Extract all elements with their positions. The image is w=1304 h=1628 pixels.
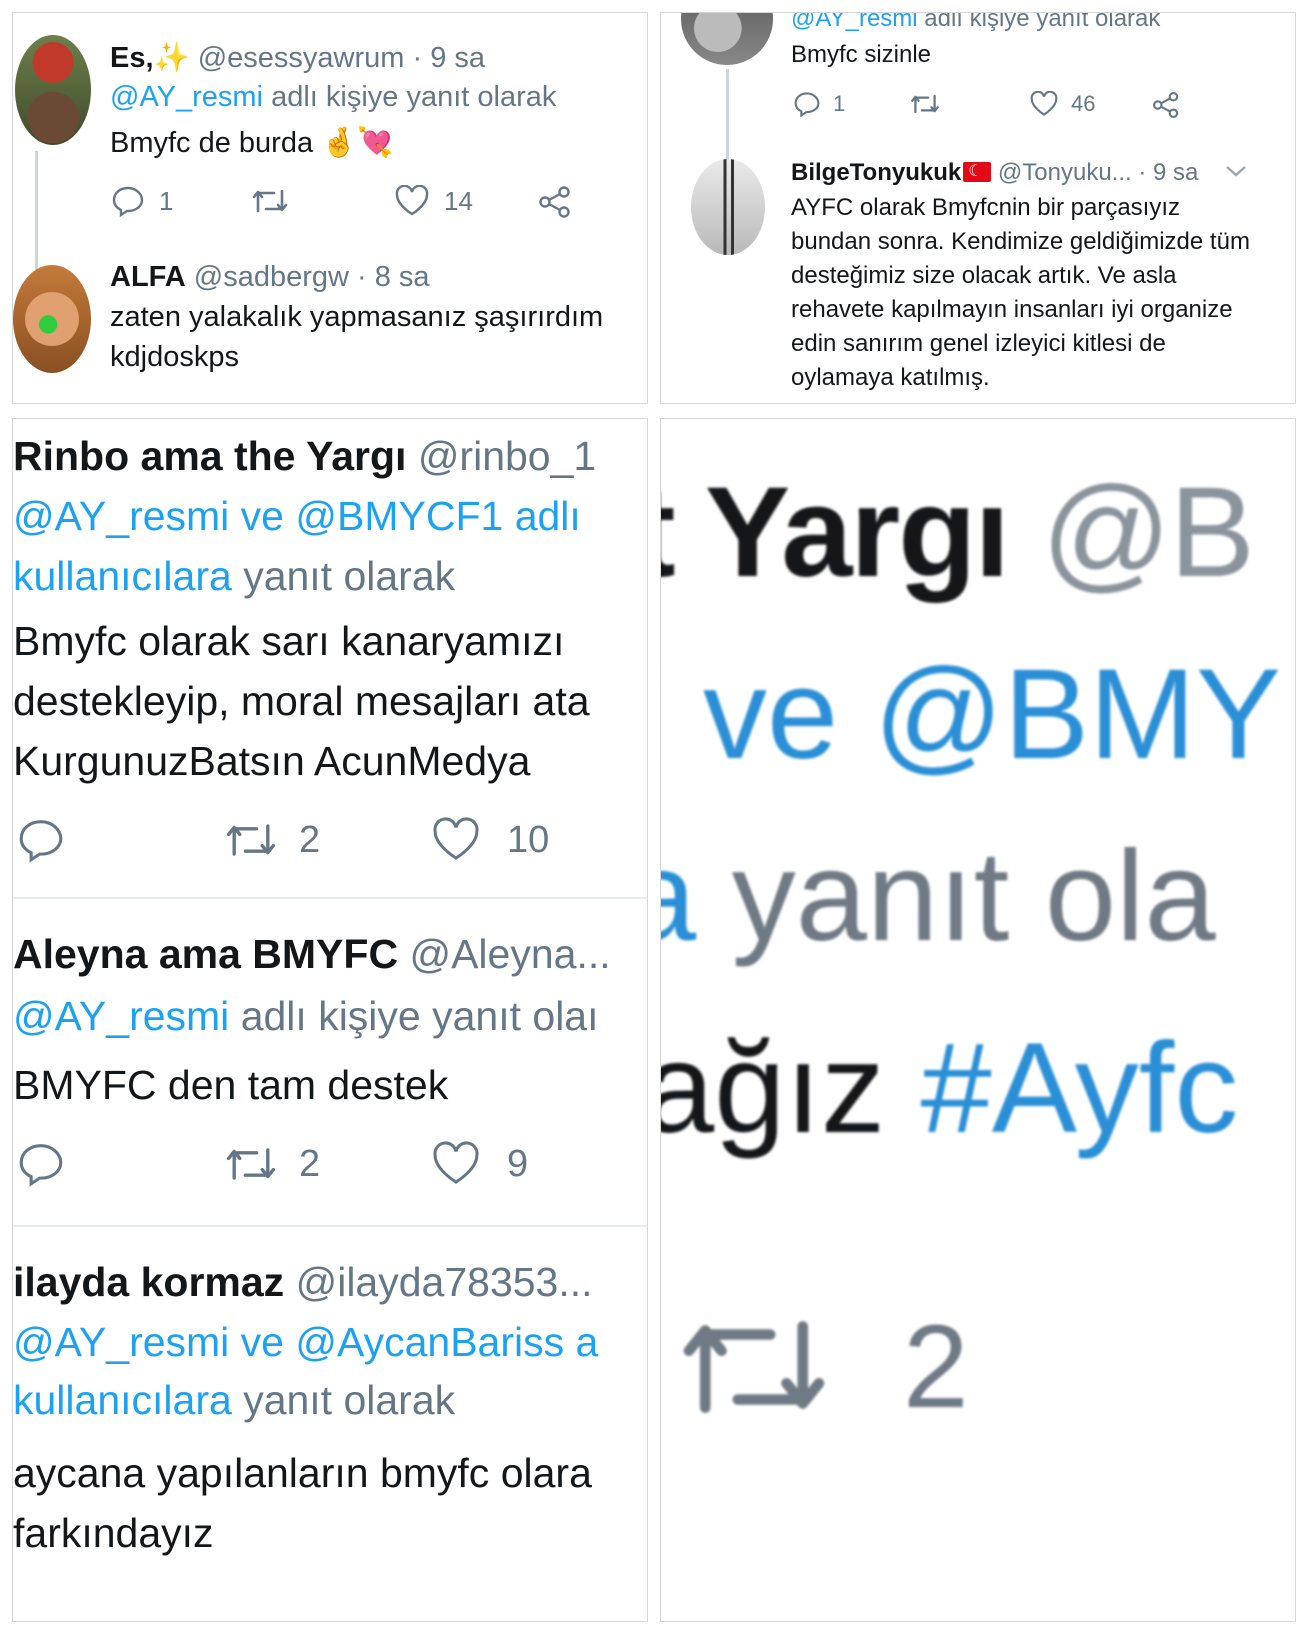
user-handle[interactable]: @Aleyna... [409,931,610,977]
heart-icon [394,185,430,217]
retweet-icon [909,91,941,117]
retweet-icon [223,817,279,863]
heart-icon [431,817,481,863]
avatar[interactable] [681,13,773,65]
zoomed-retweet-count: 2 [903,1301,969,1433]
turkey-flag-icon [963,162,992,182]
tweet-text: aycana yapılanların bmyfc olara [13,1450,592,1496]
reply-context: adlı kişiye yanıt olarak [924,12,1161,32]
share-icon [537,185,573,219]
zoomed-user-handle: @B [1041,461,1255,604]
user-handle[interactable]: @esessyawrum [198,42,405,74]
tweet-text: kdjdoskps [110,341,239,373]
tweet-text: Bmyfc olarak sarı kanaryamızı [13,618,565,664]
reply-count: 1 [159,185,174,216]
tweet-text: zaten yalakalık yapmasanız şaşırırdım [110,301,604,333]
avatar[interactable] [15,35,91,145]
retweet-button[interactable]: 2 [223,1141,320,1187]
thread-line [726,69,729,164]
divider [13,897,647,899]
avatar[interactable] [691,159,765,255]
retweet-icon [669,1302,839,1432]
user-handle[interactable]: @ilayda78353... [296,1259,593,1305]
reply-context: adlı kişiye yanıt olaı [240,993,599,1039]
reply-button[interactable]: 1 [111,185,173,217]
timestamp[interactable]: · 8 sa [357,261,430,293]
like-button[interactable]: 14 [394,185,473,217]
user-handle[interactable]: @Tonyuku... [998,159,1132,186]
tweet-panel-top-right: @AY_resmi adlı kişiye yanıt olarak Bmyfc… [660,12,1296,404]
share-button[interactable] [537,185,573,219]
zoomed-hashtag: #Ayfc [920,1017,1239,1160]
like-button[interactable]: 10 [431,817,549,863]
tweet-text: Bmyfc sizinle [791,41,932,68]
retweet-button[interactable] [250,185,290,217]
reply-count: 1 [833,91,846,116]
reply-button[interactable] [17,817,65,863]
reply-icon [17,1141,65,1187]
reply-icon [17,817,65,863]
zoomed-retweet-button: 2 [669,1299,969,1435]
reply-mention-link[interactable]: @AY_resmi [110,81,263,113]
tweet-text: AYFC olarak Bmyfcnin bir parçasıyız bund… [791,194,1250,391]
reply-icon [793,91,821,117]
retweet-icon [250,185,290,217]
share-button[interactable] [1151,91,1181,119]
retweet-count: 2 [299,818,321,861]
user-handle[interactable]: @rinbo_1 [418,433,596,479]
retweet-button[interactable] [909,91,941,117]
reply-users-link[interactable]: kullanıcılara [13,1377,232,1423]
user-name[interactable]: Aleyna ama BMYFC [13,931,398,977]
chevron-down-icon[interactable] [1224,163,1248,184]
retweet-count: 2 [299,1142,321,1185]
heart-icon [1029,91,1059,117]
tweet-text: farkındayız [13,1510,214,1556]
user-name[interactable]: Rinbo ama the Yargı [13,433,406,479]
zoomed-reply-link: a [661,825,696,968]
user-name[interactable]: BilgeTonyukuk [791,159,961,186]
reply-mention-link[interactable]: @AY_resmi [791,13,918,32]
retweet-icon [223,1141,279,1187]
user-name[interactable]: ALFA [110,261,186,293]
reply-button[interactable] [17,1141,65,1187]
reply-mentions-link[interactable]: @AY_resmi ve @BMYCF1 adlı [13,493,581,540]
tweet-text: destekleyip, moral mesajları ata [13,678,590,724]
thread-line [35,151,38,271]
like-count: 10 [507,818,550,861]
like-button[interactable]: 46 [1029,91,1095,117]
user-handle[interactable]: @sadbergw [194,261,349,293]
reply-context: yanıt olarak [243,1377,456,1423]
reply-mentions-link[interactable]: @AY_resmi ve @AycanBariss a [13,1319,598,1366]
like-count: 14 [444,185,473,216]
heart-icon [431,1141,481,1187]
tweet-panel-bottom-left: Rinbo ama the Yargı @rinbo_1 @AY_resmi v… [12,418,648,1622]
reply-button[interactable]: 1 [793,91,845,117]
reply-users-link[interactable]: kullanıcılara [13,553,232,599]
reply-context: adlı kişiye yanıt olarak [271,81,557,113]
like-button[interactable]: 9 [431,1141,528,1187]
reply-icon [111,185,145,217]
tweet-panel-top-left: Es,✨ @esessyawrum · 9 sa @AY_resmi adlı … [12,12,648,404]
tweet-text: KurgunuzBatsın AcunMedya [13,738,531,784]
zoomed-reply-context: yanıt ola [731,825,1216,968]
divider [13,1225,647,1227]
user-name[interactable]: ilayda kormaz [13,1259,284,1305]
user-name[interactable]: Es,✨ [110,42,190,74]
retweet-button[interactable]: 2 [223,817,320,863]
zoomed-crop-panel: t Yargı @B i ve @BMY a yanıt ola ağız #A… [660,418,1296,1622]
share-icon [1151,91,1181,119]
zoomed-tweet-text: ağız [660,1017,885,1160]
like-count: 46 [1071,91,1096,116]
zoomed-user-name: t Yargı [660,461,1010,604]
avatar[interactable] [13,265,91,373]
tweet-text: BMYFC den tam destek [13,1062,449,1108]
reply-context: yanıt olarak [243,553,456,599]
tweet-text: Bmyfc de burda 🤞💘 [110,127,394,159]
reply-mention-link[interactable]: @AY_resmi [13,993,229,1039]
like-count: 9 [507,1142,529,1185]
timestamp[interactable]: · 9 sa [1138,159,1198,186]
zoomed-reply-mentions: i ve @BMY [660,643,1282,786]
timestamp[interactable]: · 9 sa [412,42,485,74]
